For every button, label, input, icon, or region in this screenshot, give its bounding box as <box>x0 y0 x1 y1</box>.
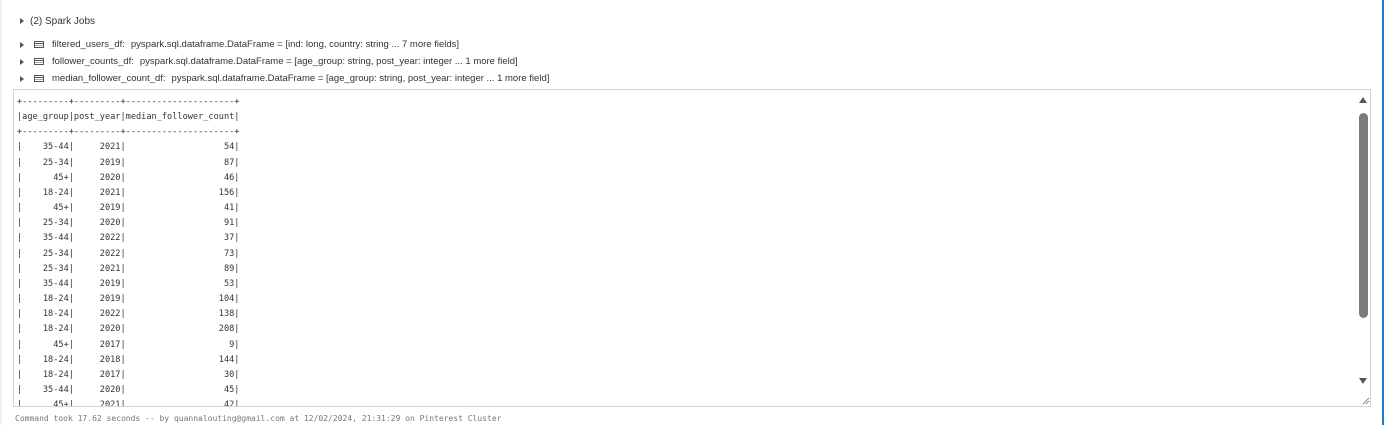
dataframe-name: follower_counts_df: <box>52 56 134 67</box>
output-line: | 18-24| 2020| 208| <box>17 324 240 335</box>
output-line: | 18-24| 2019| 104| <box>17 294 240 305</box>
output-line: | 35-44| 2020| 45| <box>17 384 240 395</box>
caret-right-icon[interactable] <box>20 58 24 65</box>
dataframe-row[interactable]: follower_counts_df: pyspark.sql.datafram… <box>20 53 549 70</box>
dataframe-row[interactable]: median_follower_count_df: pyspark.sql.da… <box>20 70 549 87</box>
output-line: | 25-34| 2019| 87| <box>17 157 240 168</box>
command-output-panel[interactable]: +---------+---------+-------------------… <box>13 89 1371 407</box>
output-line: +---------+---------+-------------------… <box>17 97 240 107</box>
output-line: | 18-24| 2021| 156| <box>17 187 240 198</box>
output-line: |age_group|post_year|median_follower_cou… <box>17 112 240 123</box>
spark-jobs-label: (2) Spark Jobs <box>30 15 96 27</box>
cell-left-border <box>0 0 2 425</box>
output-line: | 18-24| 2017| 30| <box>17 369 240 380</box>
caret-right-icon[interactable] <box>20 41 24 48</box>
scrollbar-thumb[interactable] <box>1359 113 1368 318</box>
scroll-down-arrow-icon[interactable] <box>1359 378 1367 384</box>
output-line: | 25-34| 2021| 89| <box>17 263 240 274</box>
output-line: | 25-34| 2022| 73| <box>17 248 240 259</box>
dataframe-name: filtered_users_df: <box>52 39 125 50</box>
output-line: | 45+| 2020| 46| <box>17 172 240 183</box>
output-line: | 18-24| 2022| 138| <box>17 309 240 320</box>
dataframe-schema: pyspark.sql.dataframe.DataFrame = [age_g… <box>139 56 518 67</box>
dataframe-schema: pyspark.sql.dataframe.DataFrame = [ind: … <box>130 39 460 50</box>
output-line: | 45+| 2017| 9| <box>17 339 240 350</box>
output-line: | 45+| 2021| 42| <box>17 400 240 407</box>
command-status-footer: Command took 17.62 seconds -- by quannal… <box>15 414 502 423</box>
dataframe-row[interactable]: filtered_users_df: pyspark.sql.dataframe… <box>20 36 549 53</box>
spark-jobs-toggle[interactable]: (2) Spark Jobs <box>20 14 95 28</box>
resize-handle-icon[interactable] <box>1362 397 1370 405</box>
output-line: | 25-34| 2020| 91| <box>17 218 240 229</box>
caret-right-icon[interactable] <box>20 75 24 82</box>
scroll-up-arrow-icon[interactable] <box>1359 97 1367 103</box>
output-line: | 35-44| 2022| 37| <box>17 233 240 244</box>
dataframe-list: filtered_users_df: pyspark.sql.dataframe… <box>20 36 549 87</box>
table-icon <box>34 75 44 82</box>
output-line: | 45+| 2019| 41| <box>17 203 240 214</box>
output-line: | 35-44| 2019| 53| <box>17 278 240 289</box>
table-icon <box>34 58 44 65</box>
dataframe-name: median_follower_count_df: <box>52 73 166 84</box>
caret-right-icon <box>20 18 24 24</box>
output-line: | 18-24| 2018| 144| <box>17 354 240 365</box>
dataframe-schema: pyspark.sql.dataframe.DataFrame = [age_g… <box>171 73 550 84</box>
table-icon <box>34 41 44 48</box>
output-line: | 35-44| 2021| 54| <box>17 142 240 153</box>
output-text: +---------+---------+-------------------… <box>14 90 1370 407</box>
output-line: +---------+---------+-------------------… <box>17 127 240 138</box>
